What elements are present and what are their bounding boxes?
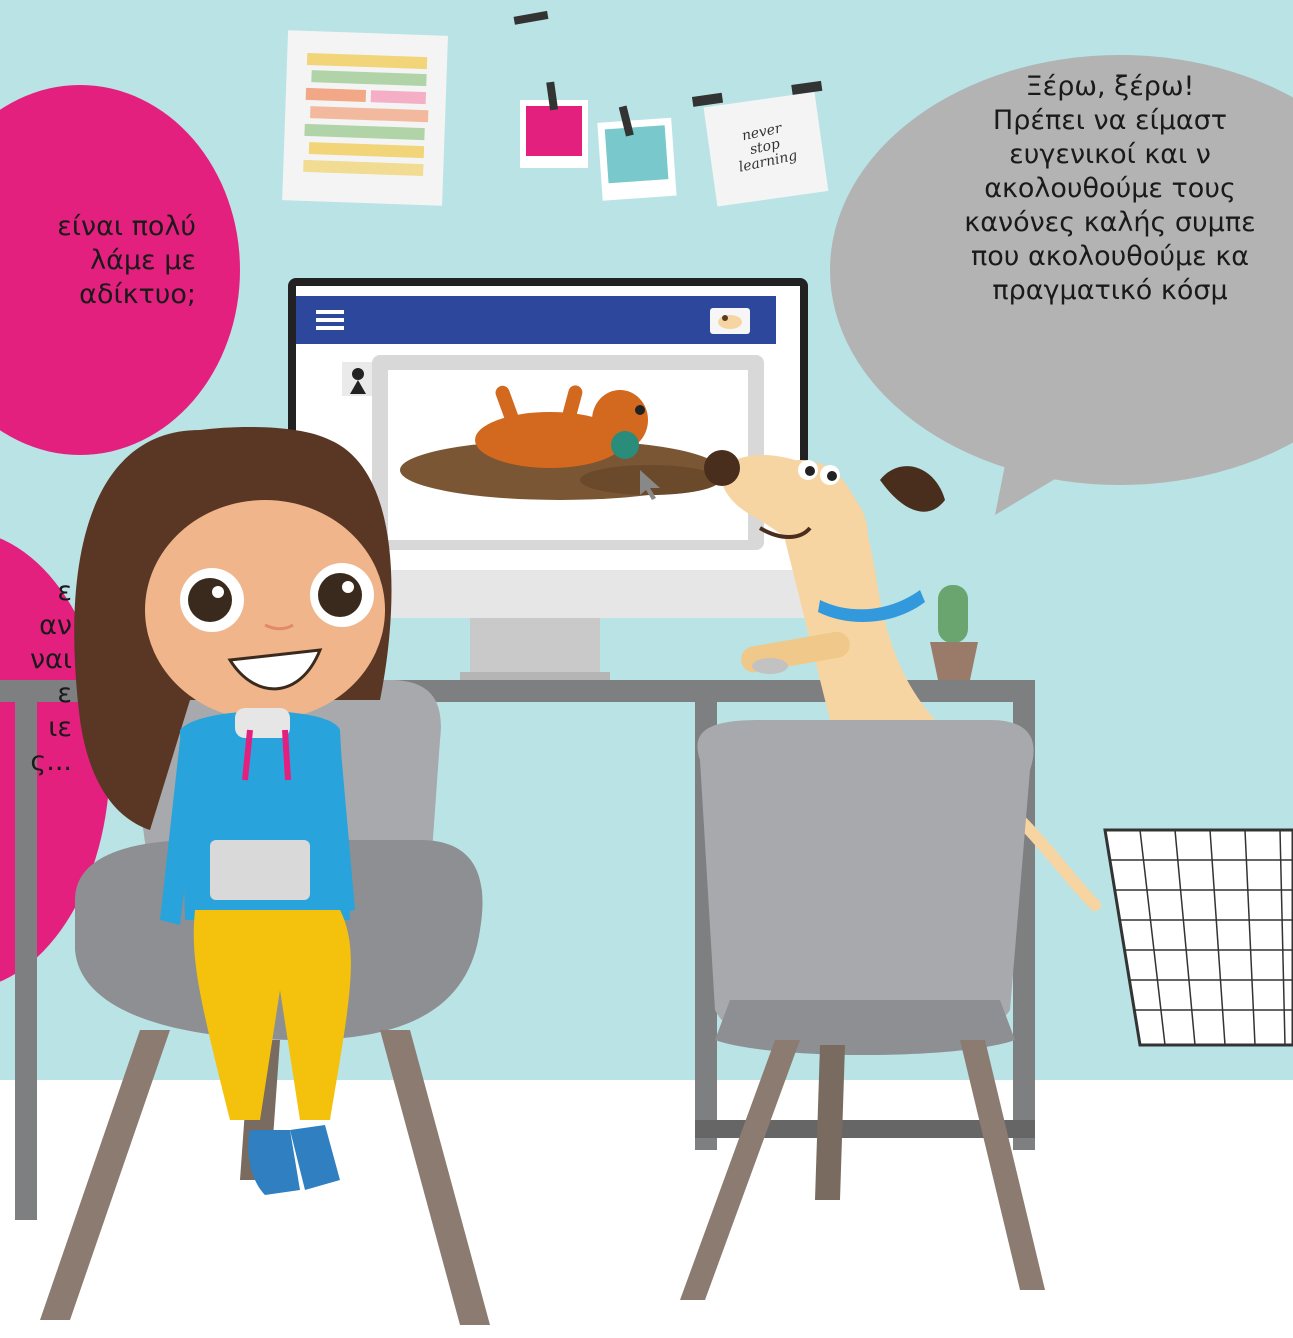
speech-line: αν [39, 610, 72, 641]
speech-line: ιε [48, 712, 72, 743]
girl-speech-text-bottom: ε αν ναι ε ιε ς... [0, 575, 72, 779]
speech-line: ακολουθούμε τους [984, 173, 1236, 204]
speech-line: πραγματικό κόσμ [992, 275, 1228, 306]
speech-line: Πρέπει να είμαστ [992, 105, 1228, 136]
speech-line: ς... [30, 746, 72, 777]
user-avatar-icon[interactable] [342, 362, 374, 396]
speech-line: ευγενικοί και ν [1009, 139, 1211, 170]
speech-line: Ξέρω, ξέρω! [1025, 71, 1195, 102]
speech-line: ναι [29, 644, 72, 675]
dog-avatar-icon[interactable] [710, 308, 750, 334]
speech-line: λάμε με [90, 245, 196, 276]
speech-line: κανόνες καλής συμπε [964, 207, 1256, 238]
girl-speech-text-top: είναι πολύ λάμε με αδίκτυο; [0, 210, 196, 312]
hamburger-menu-icon[interactable] [316, 310, 344, 330]
speech-line: αδίκτυο; [79, 279, 196, 310]
post-image-frame [372, 355, 764, 550]
dog-speech-text: Ξέρω, ξέρω! Πρέπει να είμαστ ευγενικοί κ… [900, 70, 1293, 308]
speech-line: που ακολουθούμε κα [970, 241, 1250, 272]
browser-header [296, 296, 776, 344]
speech-line: ε [57, 678, 72, 709]
paint-swatch-paper [282, 30, 448, 206]
speech-line: ε [57, 576, 72, 607]
illustration-scene: Ξέρω, ξέρω! Πρέπει να είμαστ ευγενικοί κ… [0, 0, 1293, 1338]
speech-line: είναι πολύ [57, 211, 196, 242]
floor [0, 1080, 1293, 1338]
